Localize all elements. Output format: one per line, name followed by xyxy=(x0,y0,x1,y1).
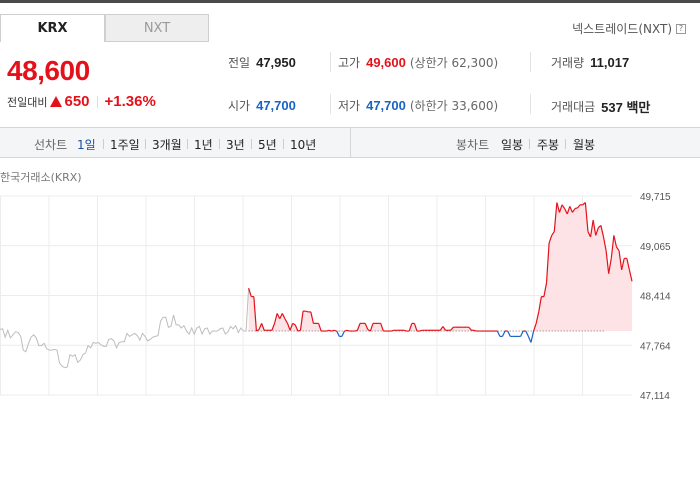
price-line-segment xyxy=(473,329,477,332)
period-1d-button[interactable]: 1일 xyxy=(77,136,96,153)
stat-label: 거래량 xyxy=(551,56,585,70)
stat-lower-limit: (하한가 33,600) xyxy=(409,99,499,113)
change-percent: +1.36% xyxy=(104,93,156,110)
period-3m-button[interactable]: 3개월 xyxy=(152,136,182,153)
price-line-segment xyxy=(507,330,511,337)
stat-value: 47,950 xyxy=(256,55,296,70)
price-line-segment xyxy=(525,330,529,337)
price-change: 전일대비 650 +1.36% xyxy=(7,93,156,110)
price-line-segment xyxy=(344,329,348,332)
price-line-segment xyxy=(496,330,501,337)
period-1y-button[interactable]: 1년 xyxy=(194,136,213,153)
stat-label: 시가 xyxy=(228,99,251,113)
help-icon[interactable]: ? xyxy=(676,23,686,34)
price-line-segment xyxy=(403,329,407,332)
price-line-segment xyxy=(354,329,358,332)
candle-daily-button[interactable]: 일봉 xyxy=(501,136,523,153)
price-line-segment xyxy=(333,329,337,332)
price-line-segment xyxy=(390,329,394,332)
period-5y-button[interactable]: 5년 xyxy=(258,136,277,153)
toolbar-separator xyxy=(103,139,104,149)
candle-monthly-button[interactable]: 월봉 xyxy=(573,136,595,153)
y-tick-label: 49,065 xyxy=(640,242,671,253)
change-divider xyxy=(96,95,98,108)
stat-amount: 거래대금 537 백만 xyxy=(551,97,650,116)
price-line-segment xyxy=(305,310,309,313)
toolbar-separator xyxy=(187,139,188,149)
stat-low: 저가 47,700 (하한가 33,600) xyxy=(338,97,498,114)
price-line-segment xyxy=(331,329,335,332)
nxt-link[interactable]: 넥스트레이드(NXT) ? xyxy=(572,20,686,37)
chart-toolbar: 선차트 1일 1주일 3개월 1년 3년 5년 10년 봉차트 일봉 주봉 월봉 xyxy=(0,127,700,158)
price-line-segment xyxy=(336,330,340,337)
toolbar-separator xyxy=(283,139,284,149)
stat-label: 저가 xyxy=(338,99,361,113)
stat-prev-close: 전일 47,950 xyxy=(228,54,296,71)
y-tick-label: 47,114 xyxy=(640,391,670,400)
candle-weekly-button[interactable]: 주봉 xyxy=(537,136,559,153)
stat-value: 47,700 xyxy=(256,98,296,113)
stat-value: 11,017 xyxy=(590,55,630,70)
price-line-segment xyxy=(530,330,535,343)
y-tick-label: 48,414 xyxy=(640,292,671,303)
stat-divider xyxy=(530,52,531,72)
stat-label: 거래대금 xyxy=(551,100,596,114)
period-3y-button[interactable]: 3년 xyxy=(226,136,245,153)
stat-value: 47,700 xyxy=(366,98,406,113)
change-value: 650 xyxy=(64,93,90,110)
stat-divider xyxy=(530,94,531,114)
y-tick-label: 47,764 xyxy=(640,341,671,352)
price-chart: 49,715 49,065 48,414 47,764 47,114 xyxy=(0,192,671,400)
price-line-segment xyxy=(297,329,301,332)
toolbar-divider xyxy=(350,128,351,157)
tab-nxt[interactable]: NXT xyxy=(105,14,209,42)
price-line-segment xyxy=(326,329,330,332)
nxt-link-label: 넥스트레이드(NXT) xyxy=(572,22,672,36)
toolbar-separator xyxy=(565,139,566,149)
toolbar-separator xyxy=(529,139,530,149)
stat-label: 전일 xyxy=(228,56,251,70)
toolbar-separator xyxy=(251,139,252,149)
top-border xyxy=(0,0,700,3)
price-line-pre xyxy=(0,288,250,369)
tab-krx[interactable]: KRX xyxy=(0,14,105,42)
chart-title: 한국거래소(KRX) xyxy=(0,171,82,184)
price-line-segment xyxy=(419,329,423,332)
period-10y-button[interactable]: 10년 xyxy=(290,136,316,153)
y-tick-label: 49,715 xyxy=(640,192,671,203)
stat-divider xyxy=(330,94,331,114)
period-1w-button[interactable]: 1주일 xyxy=(110,136,140,153)
stat-label: 고가 xyxy=(338,56,361,70)
stat-divider xyxy=(330,52,331,72)
price-line-segment xyxy=(341,330,346,337)
price-line-segment xyxy=(328,329,332,332)
stat-high: 고가 49,600 (상한가 62,300) xyxy=(338,54,498,71)
line-chart-label: 선차트 xyxy=(34,138,68,152)
price-line-segment xyxy=(346,329,350,332)
price-line-segment xyxy=(520,330,524,337)
stat-volume: 거래량 11,017 xyxy=(551,54,629,71)
toolbar-separator xyxy=(145,139,146,149)
price-line-segment xyxy=(501,330,506,337)
current-price: 48,600 xyxy=(7,55,90,86)
candle-chart-label: 봉차트 xyxy=(456,138,490,152)
toolbar-separator xyxy=(219,139,220,149)
price-line-segment xyxy=(574,207,578,210)
up-arrow-icon xyxy=(50,96,63,107)
change-label: 전일대비 xyxy=(7,95,48,109)
stat-value: 537 백만 xyxy=(601,100,651,115)
stat-value: 49,600 xyxy=(366,55,406,70)
stat-upper-limit: (상한가 62,300) xyxy=(409,56,499,70)
stat-open: 시가 47,700 xyxy=(228,97,296,114)
